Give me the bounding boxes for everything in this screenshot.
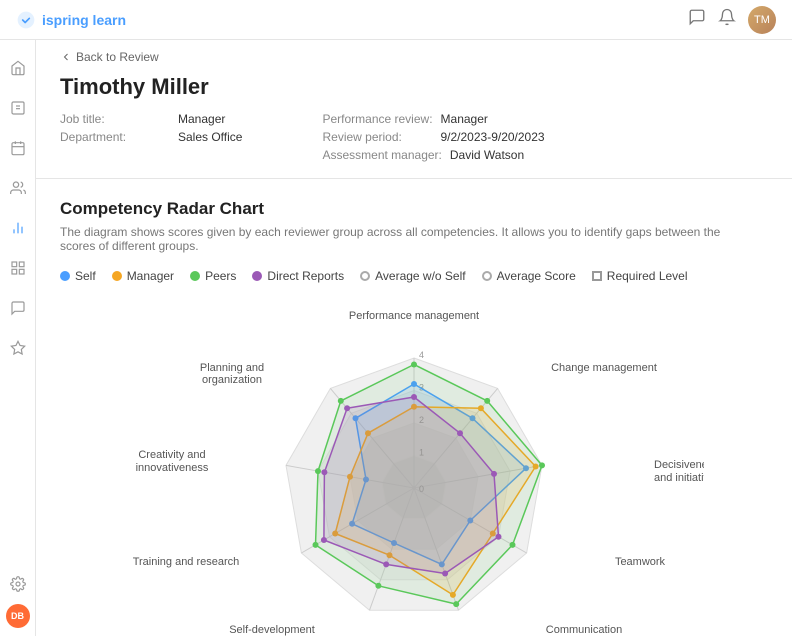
sidebar-item-calendar[interactable] [0, 130, 36, 166]
legend-dot-average-score [482, 271, 492, 281]
chart-description: The diagram shows scores given by each r… [60, 225, 740, 253]
logo-text: ispring learn [42, 12, 126, 28]
department-row: Department: Sales Office [60, 130, 242, 144]
svg-text:Self-development: Self-development [229, 624, 315, 636]
svg-text:Training and research: Training and research [133, 556, 240, 568]
radar-chart-svg: Performance management Change management… [124, 303, 704, 636]
legend-self[interactable]: Self [60, 269, 96, 283]
legend-square-required-level [592, 271, 602, 281]
app-logo: ispring learn [16, 10, 126, 30]
sidebar-item-messages[interactable] [0, 290, 36, 326]
legend-dot-peers [190, 271, 200, 281]
legend-dot-average-wo-self [360, 271, 370, 281]
chart-title: Competency Radar Chart [60, 199, 768, 219]
legend-average-score[interactable]: Average Score [482, 269, 576, 283]
back-to-review-link[interactable]: Back to Review [36, 40, 792, 70]
legend-dot-self [60, 271, 70, 281]
detail-group-right: Performance review: Manager Review perio… [322, 112, 544, 162]
sidebar-item-reports[interactable] [0, 210, 36, 246]
svg-text:organization: organization [202, 374, 262, 386]
legend-direct-reports[interactable]: Direct Reports [252, 269, 344, 283]
svg-text:Performance management: Performance management [349, 310, 479, 322]
job-title-row: Job title: Manager [60, 112, 242, 126]
profile-name: Timothy Miller [60, 74, 768, 100]
logo-icon [16, 10, 36, 30]
svg-text:Planning and: Planning and [200, 362, 264, 374]
svg-text:Teamwork: Teamwork [615, 556, 666, 568]
legend-manager[interactable]: Manager [112, 269, 174, 283]
detail-group-left: Job title: Manager Department: Sales Off… [60, 112, 242, 162]
profile-details: Job title: Manager Department: Sales Off… [60, 112, 768, 162]
user-avatar[interactable]: TM [748, 6, 776, 34]
profile-section: Timothy Miller Job title: Manager Depart… [36, 70, 792, 179]
sidebar-nav [0, 40, 36, 556]
svg-text:Decisiveness: Decisiveness [654, 459, 704, 471]
legend-average-wo-self[interactable]: Average w/o Self [360, 269, 466, 283]
svg-text:Change management: Change management [551, 362, 657, 374]
sidebar-bottom: DB [0, 556, 36, 636]
svg-text:Creativity and: Creativity and [138, 449, 205, 461]
sidebar-item-users[interactable] [0, 170, 36, 206]
sidebar-item-courses[interactable] [0, 90, 36, 126]
legend-required-level[interactable]: Required Level [592, 269, 688, 283]
radar-chart-container: Performance management Change management… [60, 303, 768, 636]
sidebar-item-analytics[interactable] [0, 250, 36, 286]
svg-text:and initiative: and initiative [654, 472, 704, 484]
performance-review-row: Performance review: Manager [322, 112, 544, 126]
sidebar-item-achievements[interactable] [0, 330, 36, 366]
svg-text:innovativeness: innovativeness [136, 462, 209, 474]
chart-section: Competency Radar Chart The diagram shows… [36, 179, 792, 636]
svg-text:Communication: Communication [546, 624, 622, 636]
main-content: Back to Review Timothy Miller Job title:… [36, 40, 792, 636]
sidebar-item-home[interactable] [0, 50, 36, 86]
review-period-row: Review period: 9/2/2023-9/20/2023 [322, 130, 544, 144]
current-user-avatar[interactable]: DB [6, 604, 30, 628]
back-arrow-icon [60, 51, 72, 63]
svg-text:4: 4 [419, 350, 424, 360]
sidebar-item-settings[interactable] [0, 566, 36, 602]
topbar-actions: TM [688, 6, 776, 34]
chart-legend: Self Manager Peers Direct Reports [60, 269, 768, 283]
sidebar: DB [0, 40, 36, 636]
legend-dot-manager [112, 271, 122, 281]
legend-peers[interactable]: Peers [190, 269, 236, 283]
legend-dot-direct-reports [252, 271, 262, 281]
assessment-manager-row: Assessment manager: David Watson [322, 148, 544, 162]
bell-icon[interactable] [718, 8, 736, 31]
chat-icon[interactable] [688, 8, 706, 31]
topbar: ispring learn TM [0, 0, 792, 40]
